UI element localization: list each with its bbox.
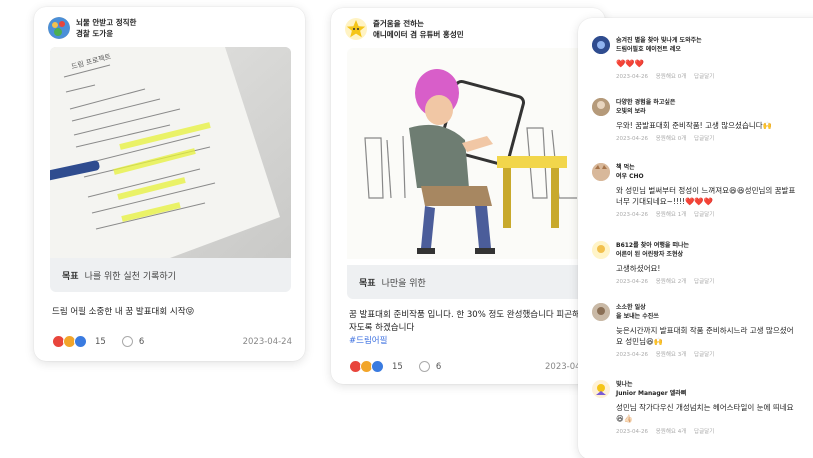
reply-button[interactable]: 답글달기 [694, 74, 714, 80]
post-photo[interactable] [347, 48, 591, 259]
comment-author-tag: 숨겨진 별을 찾아 빛나게 도와주는 [616, 37, 702, 44]
comment-count: 6 [435, 361, 442, 372]
comment-meta: 2023-04-26 응원해요 2개 답글달기 [616, 277, 813, 285]
comment-body: 늦은시간까지 발표대회 작품 준비하시느라 고생 많으셨어요 성민님😆🙌 [616, 326, 794, 346]
comments-panel: 숨겨진 별을 찾아 빛나게 도와주는 드림어필호 에이전트 레오 ❤️❤️❤️ … [578, 18, 813, 458]
avatar [592, 36, 610, 54]
comment-item: 책 먹는 여우 CHO 와 성민님 벌써부터 정성이 느껴져요😆😆성민님의 꿈발… [592, 163, 813, 218]
reply-button[interactable]: 답글달기 [694, 279, 714, 285]
avatar [592, 98, 610, 116]
avatar [592, 303, 610, 321]
author-tag: 뇌물 안받고 정직한 [76, 18, 137, 27]
comment-date: 2023-04-26 [616, 352, 648, 358]
comment-author-tag: B612를 찾아 여행을 떠나는 [616, 242, 690, 249]
reaction-count: 15 [95, 336, 106, 347]
comment-count: 6 [138, 336, 145, 347]
reply-button[interactable]: 답글달기 [694, 429, 714, 435]
comment-author-name: 어른이 된 어린왕자 조현상 [616, 251, 683, 258]
cheer-reaction-icon [371, 360, 384, 373]
comment-body: 우와! 꿈발표대회 준비작품! 고생 많으셨습니다🙌 [616, 121, 772, 130]
comment-author-name: 을 보내는 수진쓰 [616, 313, 659, 320]
reply-button[interactable]: 답글달기 [694, 136, 714, 142]
avatar [592, 163, 610, 181]
goal-bar: 목표 나를 위한 실천 기록하기 [50, 258, 291, 292]
author-tag: 즐거움을 전하는 [373, 19, 424, 28]
post-stats: 15 6 2023-04-2 [349, 360, 589, 373]
comment-item: 다양한 경험을 하고싶은 오빛의 보라 우와! 꿈발표대회 준비작품! 고생 많… [592, 98, 813, 142]
reaction-count: 15 [392, 361, 403, 372]
comment-meta: 2023-04-26 응원해요 4개 답글달기 [616, 427, 813, 435]
comment-author-name: Junior Manager 엘라삐 [616, 390, 687, 397]
post-body: 꿈 발표대회 준비작품 입니다. 한 30% 정도 완성했습니다 피곤해서 자도… [349, 310, 588, 333]
post-text: 꿈 발표대회 준비작품 입니다. 한 30% 정도 완성했습니다 피곤해서 자도… [349, 309, 589, 348]
comment-body: ❤️❤️❤️ [616, 59, 645, 68]
post-body: 드림 어필 소중한 내 꿈 발표대회 시작😝 [52, 307, 195, 317]
comment-body: 와 성민님 벌써부터 정성이 느껴져요😆😆성민님의 꿈발표 너무 기대되네요~!… [616, 186, 796, 206]
cheer-button[interactable]: 응원해요 3개 [656, 352, 687, 358]
comment-date: 2023-04-26 [616, 429, 648, 435]
comment-date: 2023-04-26 [616, 136, 648, 142]
comment-author-tag: 소소한 일상 [616, 304, 646, 311]
cheer-button[interactable]: 응원해요 0개 [656, 74, 687, 80]
author-name: 애니메이터 겸 유튜버 홍성민 [373, 30, 464, 39]
post-text: 드림 어필 소중한 내 꿈 발표대회 시작😝 [52, 306, 292, 319]
comment-meta: 2023-04-26 응원해요 1개 답글달기 [616, 210, 813, 218]
comment-date: 2023-04-26 [616, 74, 648, 80]
avatar [48, 17, 70, 39]
reaction-icons[interactable] [349, 360, 384, 373]
cheer-button[interactable]: 응원해요 4개 [656, 429, 687, 435]
comment-author-tag: 빛나는 [616, 381, 633, 388]
post-photo[interactable]: 드림 프로젝트 [50, 47, 291, 258]
cheer-reaction-icon [74, 335, 87, 348]
comment-date: 2023-04-26 [616, 212, 648, 218]
comment-body: 고생하셨어요! [616, 264, 661, 273]
comment-meta: 2023-04-26 응원해요 0개 답글달기 [616, 72, 813, 80]
hashtag-link[interactable]: #드림어필 [349, 335, 589, 348]
comment-body: 성민님 작가다우신 개성넘치는 헤어스타일이 눈에 띄네요😆👍🏻 [616, 403, 794, 423]
post-stats: 15 6 2023-04-24 [52, 335, 292, 348]
comment-author-name: 여우 CHO [616, 173, 644, 180]
author-name: 경찰 도가윤 [76, 29, 114, 38]
goal-text: 나만을 위한 [381, 278, 426, 289]
comment-item: 소소한 일상 을 보내는 수진쓰 늦은시간까지 발표대회 작품 준비하시느라 고… [592, 303, 813, 358]
post-date: 2023-04-24 [242, 336, 292, 347]
comment-date: 2023-04-26 [616, 279, 648, 285]
goal-bar: 목표 나만을 위한 [347, 265, 591, 299]
avatar [592, 380, 610, 398]
goal-text: 나를 위한 실천 기록하기 [84, 271, 176, 282]
reaction-icons[interactable] [52, 335, 87, 348]
goal-label: 목표 [359, 278, 376, 289]
comment-meta: 2023-04-26 응원해요 0개 답글달기 [616, 134, 813, 142]
reply-button[interactable]: 답글달기 [694, 212, 714, 218]
comment-item: 빛나는 Junior Manager 엘라삐 성민님 작가다우신 개성넘치는 헤… [592, 380, 813, 435]
avatar [345, 18, 367, 40]
comment-author-tag: 다양한 경험을 하고싶은 [616, 99, 676, 106]
comment-icon[interactable] [418, 361, 430, 372]
post-author[interactable]: 즐거움을 전하는 애니메이터 겸 유튜버 홍성민 [331, 8, 605, 42]
comment-author-tag: 책 먹는 [616, 164, 635, 171]
comment-item: B612를 찾아 여행을 떠나는 어른이 된 어린왕자 조현상 고생하셨어요! … [592, 241, 813, 285]
cheer-button[interactable]: 응원해요 1개 [656, 212, 687, 218]
comment-meta: 2023-04-26 응원해요 3개 답글달기 [616, 350, 813, 358]
avatar [592, 241, 610, 259]
comment-item: 숨겨진 별을 찾아 빛나게 도와주는 드림어필호 에이전트 레오 ❤️❤️❤️ … [592, 36, 813, 80]
reply-button[interactable]: 답글달기 [694, 352, 714, 358]
post-card-2[interactable]: 즐거움을 전하는 애니메이터 겸 유튜버 홍성민 목표 나만을 위한 꿈 발표대… [331, 8, 605, 384]
post-author[interactable]: 뇌물 안받고 정직한 경찰 도가윤 [34, 7, 305, 41]
post-card-1[interactable]: 뇌물 안받고 정직한 경찰 도가윤 드림 프로젝트 목표 나를 위한 실천 기록… [34, 7, 305, 361]
comment-icon[interactable] [121, 336, 133, 347]
comment-author-name: 오빛의 보라 [616, 108, 646, 115]
goal-label: 목표 [62, 271, 79, 282]
cheer-button[interactable]: 응원해요 0개 [656, 136, 687, 142]
cheer-button[interactable]: 응원해요 2개 [656, 279, 687, 285]
comment-author-name: 드림어필호 에이전트 레오 [616, 46, 681, 53]
